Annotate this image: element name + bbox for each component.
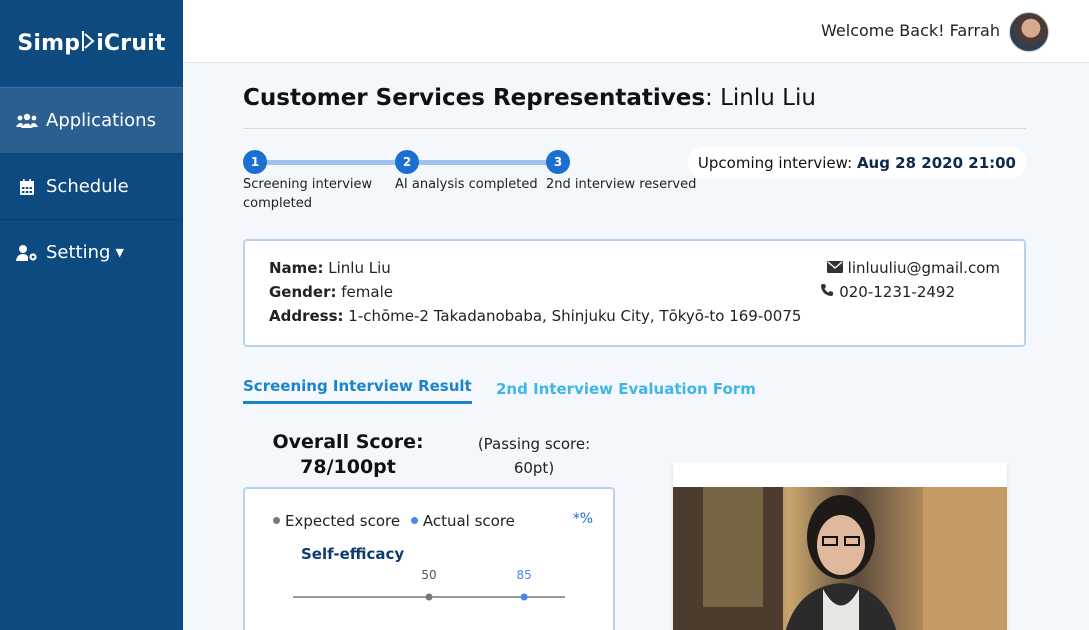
progress-steps: 1 2 3 Screening interview completed AI a… — [243, 129, 1026, 219]
gender-row: Gender: female — [269, 283, 393, 301]
phone-row[interactable]: 020-1231-2492 — [820, 283, 955, 301]
passing-score-value: 60pt) — [513, 459, 555, 477]
interview-video[interactable] — [673, 487, 1007, 630]
actual-dot-icon — [410, 517, 418, 524]
upcoming-interview-badge: Upcoming interview: Aug 28 2020 21:00 — [687, 147, 1026, 179]
users-icon — [16, 112, 38, 130]
caret-down-icon: ▼ — [115, 246, 124, 259]
step-1-label: Screening interview completed — [243, 177, 373, 211]
candidate-gender: female — [341, 283, 393, 301]
step-3-label: 2nd interview reserved — [546, 177, 697, 192]
step-1-badge: 1 — [243, 150, 267, 174]
expected-score-label: 50 — [421, 568, 436, 582]
chart-legend: Expected score Actual score — [273, 512, 515, 530]
step-connector — [407, 160, 559, 165]
job-title: Customer Services Representatives — [243, 85, 706, 111]
upcoming-date: Aug 28 2020 21:00 — [856, 154, 1016, 172]
expected-score-point — [425, 593, 433, 601]
sidebar-item-setting[interactable]: Setting ▼ — [0, 219, 183, 285]
step-3-badge: 3 — [546, 150, 570, 174]
legend-actual: Actual score — [410, 512, 515, 530]
score-chart-card: Expected score Actual score *% Self-effi… — [243, 487, 615, 630]
score-chart: 50 85 — [293, 568, 565, 601]
avatar[interactable] — [1009, 12, 1049, 52]
gender-label: Gender: — [269, 283, 337, 301]
address-label: Address: — [269, 307, 344, 325]
interview-video-card — [673, 462, 1007, 630]
sidebar-item-label: Applications — [46, 110, 156, 131]
candidate-address: 1-chōme-2 Takadanobaba, Shinjuku City, T… — [348, 307, 802, 325]
passing-score-label: (Passing score: — [477, 435, 591, 453]
overall-score-label: Overall Score: — [272, 431, 424, 453]
overall-score-value: 78/100pt — [300, 456, 396, 478]
sidebar-item-schedule[interactable]: Schedule — [0, 153, 183, 219]
sidebar-item-applications[interactable]: Applications — [0, 87, 183, 153]
email-row[interactable]: linluuliu@gmail.com — [826, 259, 1000, 277]
actual-score-point — [520, 593, 528, 601]
overall-score: Overall Score: 78/100pt — [243, 430, 453, 480]
candidate-name: Linlu Liu — [328, 259, 391, 277]
user-gear-icon — [16, 244, 38, 262]
logo-text-right: iCruit — [96, 31, 166, 56]
step-connector — [255, 160, 407, 165]
phone-icon — [820, 283, 834, 301]
candidate-info-card: Name: Linlu Liu Gender: female Address: … — [243, 239, 1026, 347]
sidebar-item-label: Setting — [46, 242, 111, 263]
page-title: Customer Services Representatives: Linlu… — [243, 85, 1026, 111]
candidate-email: linluuliu@gmail.com — [847, 259, 1000, 277]
step-2-label: AI analysis completed — [395, 177, 538, 192]
tab-evaluation-form[interactable]: 2nd Interview Evaluation Form — [496, 380, 756, 398]
candidate-title-name: : Linlu Liu — [705, 85, 816, 111]
sidebar-item-label: Schedule — [46, 176, 129, 197]
envelope-icon — [826, 259, 843, 277]
tab-screening-result[interactable]: Screening Interview Result — [243, 377, 472, 404]
address-row: Address: 1-chōme-2 Takadanobaba, Shinjuk… — [269, 307, 801, 325]
app-logo[interactable]: Simp iCruit — [0, 0, 183, 87]
unit-label: *% — [572, 511, 593, 527]
metric-name: Self-efficacy — [301, 545, 405, 563]
legend-expected: Expected score — [273, 512, 400, 530]
name-label: Name: — [269, 259, 324, 277]
sidebar: Simp iCruit Applications Schedule Settin… — [0, 0, 183, 630]
upcoming-label: Upcoming interview: — [697, 154, 853, 172]
logo-mark-icon — [81, 30, 95, 57]
name-row: Name: Linlu Liu — [269, 259, 391, 277]
welcome-message: Welcome Back! Farrah — [821, 21, 1000, 40]
top-bar: Welcome Back! Farrah — [183, 0, 1089, 63]
main-content: Customer Services Representatives: Linlu… — [243, 63, 1026, 630]
step-2-badge: 2 — [395, 150, 419, 174]
expected-dot-icon — [273, 517, 280, 524]
logo-text-left: Simp — [17, 31, 81, 56]
video-frame-image — [673, 487, 1007, 630]
candidate-phone: 020-1231-2492 — [839, 283, 955, 301]
calendar-icon — [16, 178, 38, 196]
passing-score: (Passing score: 60pt) — [469, 432, 599, 480]
actual-score-label: 85 — [517, 568, 532, 582]
